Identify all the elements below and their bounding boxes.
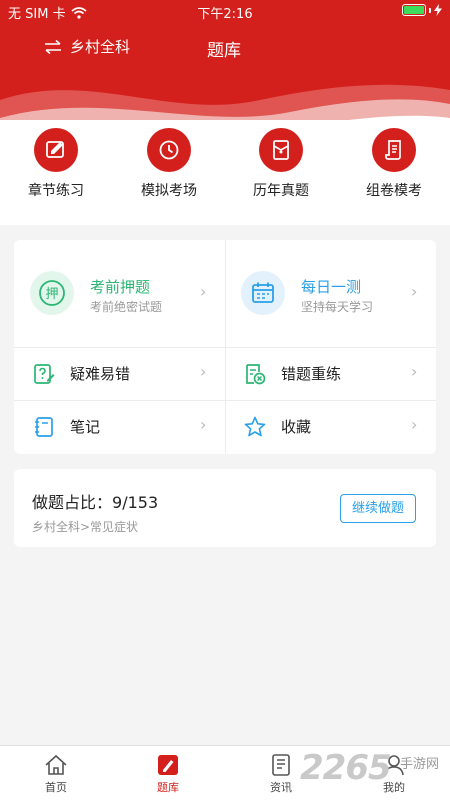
chevron-right-icon: › bbox=[411, 415, 418, 434]
progress-card: 做题占比：9/153 乡村全科>常见症状 继续做题 bbox=[14, 469, 436, 547]
quick-label: 历年真题 bbox=[253, 183, 309, 199]
header-banner: 无 SIM 卡 下午2:16 乡村全科 题库 bbox=[0, 0, 450, 140]
swap-icon bbox=[45, 39, 61, 54]
press-title: 考前押题 bbox=[90, 278, 151, 296]
page-title: 题库 bbox=[207, 41, 241, 61]
quick-custom-exam[interactable]: 组卷模考 bbox=[344, 128, 444, 200]
wrong-questions-retry[interactable]: 错题重练 › bbox=[225, 347, 436, 400]
calendar-icon bbox=[252, 282, 274, 303]
press-badge-icon: 押 bbox=[39, 280, 65, 306]
difficult-errors[interactable]: 疑难易错 › bbox=[14, 347, 225, 400]
notebook-icon bbox=[35, 417, 53, 437]
tab-label: 题库 bbox=[157, 781, 179, 794]
wrong-label: 错题重练 bbox=[281, 365, 342, 383]
status-time: 下午2:16 bbox=[197, 7, 253, 22]
chevron-right-icon: › bbox=[411, 362, 418, 381]
progress-text: 做题占比：9/153 bbox=[32, 489, 158, 513]
wrong-doc-icon bbox=[246, 364, 266, 385]
home-icon bbox=[45, 754, 67, 775]
star-icon bbox=[244, 416, 266, 437]
tab-label: 首页 bbox=[45, 781, 67, 794]
difficult-label: 疑难易错 bbox=[70, 365, 131, 383]
quick-label: 组卷模考 bbox=[366, 183, 422, 199]
pre-exam-prediction[interactable]: 押 考前押题 考前绝密试题 › bbox=[14, 240, 225, 347]
feature-card: 押 考前押题 考前绝密试题 › 每日一测 坚持每天学习 › 疑难易错 › 错题重… bbox=[14, 240, 436, 454]
progress-label: 做题占比： bbox=[32, 493, 113, 512]
watermark-text: 手游网 bbox=[400, 757, 440, 772]
battery-icon bbox=[402, 4, 426, 16]
press-subtitle: 考前绝密试题 bbox=[90, 300, 163, 314]
edit-doc-icon bbox=[46, 141, 64, 158]
status-bar: 无 SIM 卡 下午2:16 bbox=[0, 0, 450, 22]
notes-label: 笔记 bbox=[70, 418, 101, 436]
tab-home[interactable]: 首页 bbox=[26, 754, 86, 795]
tab-question-bank[interactable]: 题库 bbox=[138, 754, 198, 795]
quick-past-papers[interactable]: 历年真题 bbox=[231, 128, 331, 200]
news-icon bbox=[272, 754, 290, 776]
chevron-right-icon: › bbox=[200, 282, 207, 301]
chevron-right-icon: › bbox=[411, 282, 418, 301]
subject-label: 乡村全科 bbox=[70, 38, 131, 56]
watermark-number: 2265 bbox=[300, 748, 392, 788]
daily-title: 每日一测 bbox=[301, 278, 362, 296]
press-badge-text: 押 bbox=[45, 287, 58, 302]
favorites[interactable]: 收藏 › bbox=[225, 400, 436, 453]
quick-chapter-practice[interactable]: 章节练习 bbox=[6, 128, 106, 200]
favorites-label: 收藏 bbox=[281, 418, 312, 436]
envelope-doc-icon bbox=[273, 140, 289, 160]
quick-mock-exam[interactable]: 模拟考场 bbox=[119, 128, 219, 200]
quick-actions: 章节练习 模拟考场 历年真题 组卷模考 bbox=[0, 120, 450, 225]
progress-path: 乡村全科>常见症状 bbox=[32, 520, 139, 534]
quick-label: 模拟考场 bbox=[141, 183, 197, 199]
clock-icon bbox=[159, 140, 179, 160]
daily-test[interactable]: 每日一测 坚持每天学习 › bbox=[225, 240, 436, 347]
daily-subtitle: 坚持每天学习 bbox=[301, 300, 374, 314]
nav-bar: 乡村全科 题库 bbox=[0, 36, 450, 61]
tab-label: 资讯 bbox=[270, 781, 292, 794]
progress-value: 9/153 bbox=[112, 493, 159, 512]
question-note-icon bbox=[34, 364, 55, 384]
notes[interactable]: 笔记 › bbox=[14, 400, 225, 453]
scroll-icon bbox=[385, 140, 401, 160]
quick-label: 章节练习 bbox=[28, 183, 84, 199]
watermark-logo: 2265 手游网 bbox=[300, 748, 450, 798]
charging-icon bbox=[434, 4, 442, 16]
pencil-icon bbox=[158, 755, 178, 775]
continue-button[interactable]: 继续做题 bbox=[340, 494, 416, 523]
subject-switcher[interactable]: 乡村全科 bbox=[44, 36, 130, 57]
chevron-right-icon: › bbox=[200, 362, 207, 381]
chevron-right-icon: › bbox=[200, 415, 207, 434]
